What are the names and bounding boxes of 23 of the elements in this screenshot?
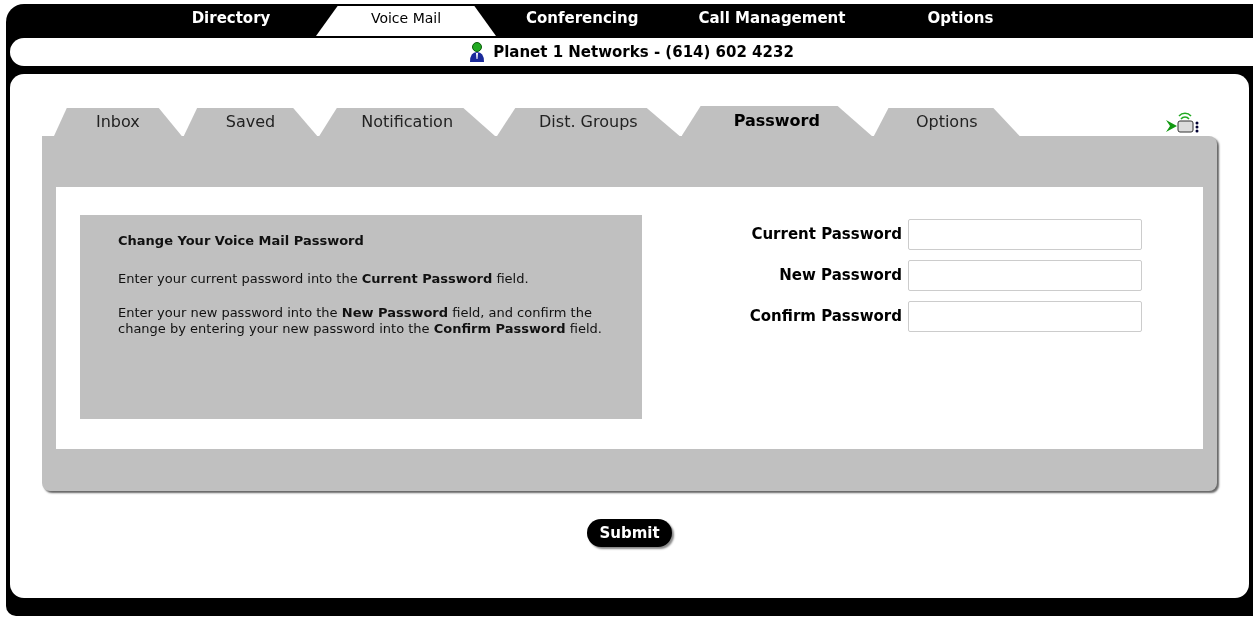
folder-tab[interactable]: Inbox <box>54 108 182 136</box>
info-paragraph: Enter your current password into the Current Password field. <box>118 270 530 287</box>
nav-tab[interactable]: Conferencing <box>506 6 659 36</box>
folder-tab[interactable]: Options <box>873 108 1020 136</box>
submit-button[interactable]: Submit <box>587 519 672 547</box>
header-title: Planet 1 Networks - (614) 602 4232 <box>493 41 794 63</box>
nav-tab[interactable]: Call Management <box>678 6 866 36</box>
field-label: Current Password <box>750 224 902 246</box>
folder-tab[interactable]: Saved <box>183 108 318 136</box>
field-label: Confirm Password <box>748 306 902 328</box>
person-icon <box>469 42 486 62</box>
nav-tab[interactable]: Options <box>885 6 1036 36</box>
info-paragraph: Enter your new password into the New Password field, and confirm the change by entering your new password into the Confirm Password field. <box>118 304 603 337</box>
password-field[interactable] <box>908 219 1142 250</box>
info-title: Change Your Voice Mail Password <box>118 232 365 250</box>
folder-tab[interactable]: Notification <box>319 108 496 136</box>
folder-tab[interactable]: Dist. Groups <box>497 108 680 136</box>
folder-tab[interactable]: Password <box>681 106 872 136</box>
password-field[interactable] <box>908 260 1142 291</box>
field-label: New Password <box>778 265 902 287</box>
nav-tab[interactable]: Voice Mail <box>316 6 496 36</box>
nav-tab[interactable]: Directory <box>156 6 306 36</box>
password-field[interactable] <box>908 301 1142 332</box>
